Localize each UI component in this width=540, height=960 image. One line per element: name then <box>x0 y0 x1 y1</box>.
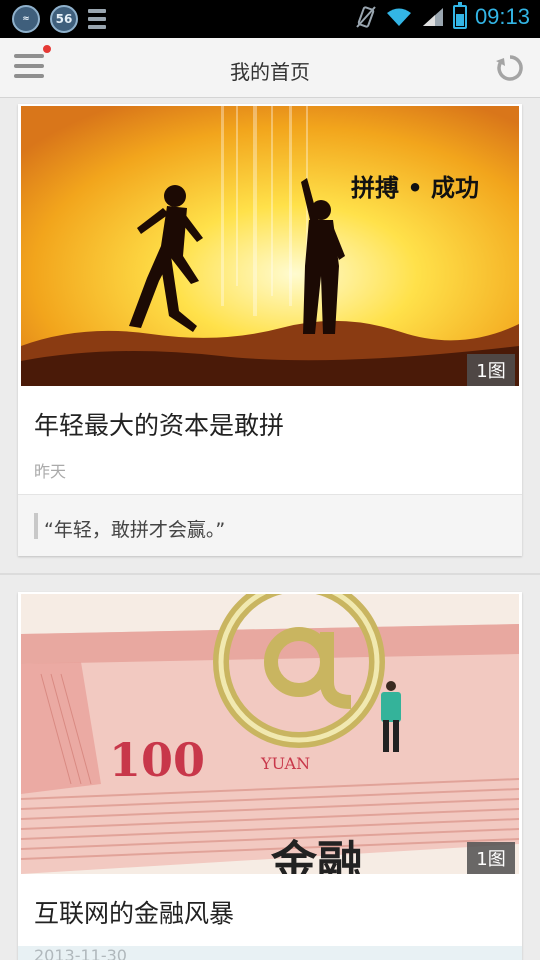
quote-text: “年轻，敢拼才会赢。” <box>44 519 226 541</box>
action-bar: 我的首页 <box>0 38 540 98</box>
article-date: 昨天 <box>34 462 67 481</box>
feed-card[interactable]: 拼搏 • 成功 1图 年轻最大的资本是敢拼 昨天 “年轻，敢拼才会赢。” <box>18 104 522 556</box>
cloud-sync-icon: ≈ <box>12 5 40 33</box>
article-quote[interactable]: “年轻，敢拼才会赢。” <box>18 494 522 556</box>
article-image[interactable]: 拼搏 • 成功 1图 <box>21 106 519 386</box>
article-title[interactable]: 互联网的金融风暴 <box>34 894 234 930</box>
article-date: 2013-11-30 <box>18 946 522 960</box>
feed-card[interactable]: 100 YUAN 金融 1图 互联网的金融风暴 2013-11-30 <box>18 592 522 960</box>
refresh-icon[interactable] <box>494 52 526 84</box>
wifi-icon <box>386 8 411 26</box>
clock: 09:13 <box>474 4 530 29</box>
image-count-badge: 1图 <box>467 842 515 874</box>
status-bar: ≈ 56 09:13 <box>0 0 540 38</box>
banknote-caption: 金融 <box>270 836 363 874</box>
badge-56-icon: 56 <box>50 5 78 33</box>
image-count-badge: 1图 <box>467 354 515 386</box>
notification-dot <box>41 43 53 55</box>
vibrate-icon <box>356 6 376 28</box>
battery-icon <box>452 2 467 29</box>
image-caption: 拼搏 • 成功 <box>351 174 479 202</box>
list-icon <box>88 9 106 29</box>
banknote-value: 100 <box>109 733 205 787</box>
page-title: 我的首页 <box>230 60 310 84</box>
banknote-currency: YUAN <box>260 754 310 773</box>
divider <box>0 573 540 575</box>
article-title[interactable]: 年轻最大的资本是敢拼 <box>34 406 284 442</box>
signal-icon <box>422 8 443 26</box>
article-image[interactable]: 100 YUAN 金融 1图 <box>21 594 519 874</box>
quote-marker <box>34 513 38 539</box>
